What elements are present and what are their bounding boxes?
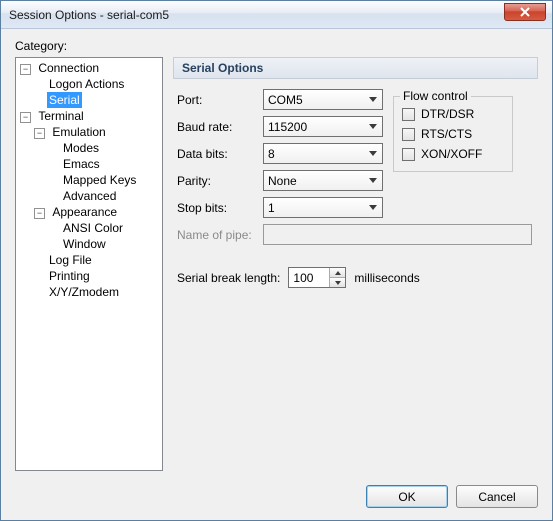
databits-value: 8 [268, 147, 275, 161]
port-combo[interactable]: COM5 [263, 89, 383, 110]
chevron-down-icon [365, 117, 380, 136]
close-icon [520, 7, 530, 17]
tree-item-modes[interactable]: Modes [61, 140, 101, 156]
stopbits-value: 1 [268, 201, 275, 215]
dialog-footer: OK Cancel [1, 479, 552, 520]
pipe-input [263, 224, 532, 245]
tree-item-emacs[interactable]: Emacs [61, 156, 102, 172]
expander-icon[interactable]: − [34, 128, 45, 139]
tree-item-terminal[interactable]: Terminal [36, 108, 85, 124]
parity-label: Parity: [177, 174, 257, 188]
break-value[interactable]: 100 [289, 268, 329, 287]
expander-icon[interactable]: − [20, 112, 31, 123]
pipe-label: Name of pipe: [177, 228, 257, 242]
tree-item-emulation[interactable]: Emulation [50, 124, 107, 140]
chevron-down-icon [365, 171, 380, 190]
parity-combo[interactable]: None [263, 170, 383, 191]
databits-combo[interactable]: 8 [263, 143, 383, 164]
tree-item-appearance[interactable]: Appearance [50, 204, 119, 220]
baud-label: Baud rate: [177, 120, 257, 134]
xon-xoff-checkbox[interactable]: XON/XOFF [402, 147, 504, 161]
rts-cts-checkbox[interactable]: RTS/CTS [402, 127, 504, 141]
break-row: Serial break length: 100 milliseconds [177, 267, 532, 288]
expander-icon[interactable]: − [34, 208, 45, 219]
port-value: COM5 [268, 93, 303, 107]
stopbits-combo[interactable]: 1 [263, 197, 383, 218]
ok-button[interactable]: OK [366, 485, 448, 508]
dtr-dsr-checkbox[interactable]: DTR/DSR [402, 107, 504, 121]
chevron-down-icon [365, 144, 380, 163]
chevron-down-icon [365, 198, 380, 217]
tree-item-printing[interactable]: Printing [47, 268, 92, 284]
databits-label: Data bits: [177, 147, 257, 161]
checkbox-icon [402, 128, 415, 141]
tree-item-mapped-keys[interactable]: Mapped Keys [61, 172, 138, 188]
category-label: Category: [15, 39, 538, 53]
tree-item-logon-actions[interactable]: Logon Actions [47, 76, 126, 92]
close-button[interactable] [504, 3, 546, 21]
tree-item-xyzmodem[interactable]: X/Y/Zmodem [47, 284, 121, 300]
break-label: Serial break length: [177, 271, 280, 285]
window-title: Session Options - serial-com5 [9, 8, 169, 22]
tree-item-window[interactable]: Window [61, 236, 108, 252]
flow-legend: Flow control [400, 89, 471, 103]
break-spinner[interactable]: 100 [288, 267, 346, 288]
panel-header: Serial Options [173, 57, 538, 79]
port-label: Port: [177, 93, 257, 107]
tree-item-log-file[interactable]: Log File [47, 252, 94, 268]
pipe-row: Name of pipe: [177, 224, 532, 245]
spinner-up-button[interactable] [330, 268, 345, 278]
tree-item-connection[interactable]: Connection [36, 60, 101, 76]
checkbox-icon [402, 148, 415, 161]
chevron-down-icon [365, 90, 380, 109]
baud-combo[interactable]: 115200 [263, 116, 383, 137]
tree-item-ansi-color[interactable]: ANSI Color [61, 220, 125, 236]
spinner-down-button[interactable] [330, 278, 345, 287]
expander-icon[interactable]: − [20, 64, 31, 75]
category-tree[interactable]: − Connection Logon Actions Serial − Term… [15, 57, 163, 471]
checkbox-icon [402, 108, 415, 121]
parity-value: None [268, 174, 297, 188]
break-unit: milliseconds [354, 271, 419, 285]
session-options-dialog: Session Options - serial-com5 Category: … [0, 0, 553, 521]
tree-item-serial[interactable]: Serial [47, 92, 82, 108]
flow-control-group: Flow control DTR/DSR RTS/CTS XON/XOFF [393, 96, 513, 172]
tree-item-advanced[interactable]: Advanced [61, 188, 118, 204]
stopbits-label: Stop bits: [177, 201, 257, 215]
titlebar: Session Options - serial-com5 [1, 1, 552, 29]
cancel-button[interactable]: Cancel [456, 485, 538, 508]
baud-value: 115200 [268, 120, 307, 134]
